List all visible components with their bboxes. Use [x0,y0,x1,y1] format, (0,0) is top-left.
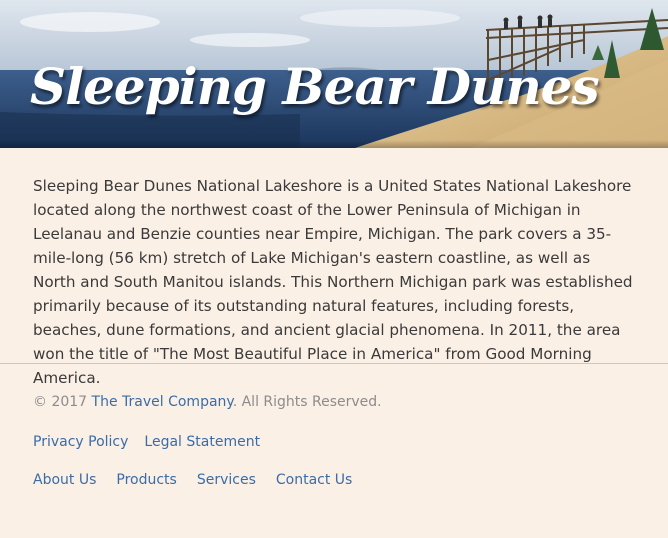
hero-shadow [0,140,668,148]
copyright-suffix: . All Rights Reserved. [232,394,382,410]
page-title: Sleeping Bear Dunes [30,57,600,116]
legal-statement-link[interactable]: Legal Statement [144,434,260,450]
footer-nav: About Us Products Services Contact Us [33,470,635,490]
company-link[interactable]: The Travel Company [92,394,233,410]
copyright-prefix: © 2017 [33,394,92,410]
privacy-policy-link[interactable]: Privacy Policy [33,434,128,450]
contact-us-link[interactable]: Contact Us [276,472,352,488]
intro-paragraph: Sleeping Bear Dunes National Lakeshore i… [33,177,633,387]
legal-nav: Privacy Policy Legal Statement [33,432,635,452]
copyright-notice: © 2017 The Travel Company. All Rights Re… [33,392,635,412]
hero-banner: Sleeping Bear Dunes [0,0,668,148]
services-link[interactable]: Services [197,472,256,488]
about-us-link[interactable]: About Us [33,472,96,488]
products-link[interactable]: Products [116,472,176,488]
